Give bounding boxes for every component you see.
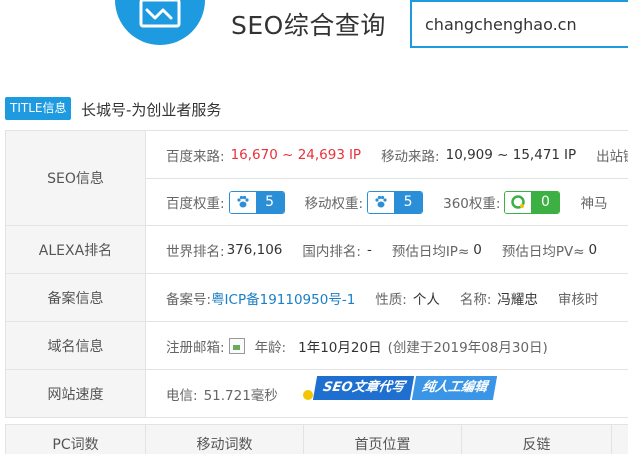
baidu-paw-icon — [229, 191, 256, 213]
baidu-weight-badge[interactable]: 5 — [228, 190, 285, 214]
so360-logo-icon — [505, 191, 532, 213]
title-info-badge: TITLE信息 — [5, 97, 72, 120]
col-mobile-words: 移动词数 — [146, 425, 304, 454]
mobile-weight: 移动权重: 5 — [305, 190, 424, 214]
app-title: SEO综合查询 — [231, 11, 386, 40]
seo-row: SEO信息 百度来路: 16,670 ~ 24,693 IP 移动来路: 10,… — [5, 131, 628, 226]
beian-nature: 性质: 个人 — [375, 291, 440, 308]
ad-text-primary: SEO文章代写 — [312, 376, 415, 400]
shenma-weight: 神马 — [580, 196, 608, 212]
mobile-weight-badge[interactable]: 5 — [367, 190, 424, 214]
site-title: 长城号-为创业者服务 — [81, 101, 222, 119]
col-pc-words: PC词数 — [6, 425, 146, 454]
beian-label: 备案信息 — [6, 274, 146, 321]
app-logo — [115, 0, 205, 45]
email-image-icon — [228, 337, 245, 354]
beian-number: 备案号: 粤ICP备19110950号-1 — [166, 288, 355, 308]
alexa-label: ALEXA排名 — [6, 226, 146, 273]
domain-search-input[interactable]: changchenghao.cn — [410, 0, 628, 48]
exit-links: 出站链 — [596, 148, 628, 165]
created-date: (创建于2019年08月30日) — [387, 339, 548, 356]
ad-dot-icon — [303, 390, 313, 400]
domestic-rank: 国内排名: - — [302, 241, 372, 260]
estimated-pv: 预估日均PV≈ 0 — [501, 241, 598, 260]
so360-weight-badge[interactable]: 0 — [504, 190, 561, 214]
baidu-source: 百度来路: 16,670 ~ 24,693 IP — [166, 146, 362, 165]
domain-label: 域名信息 — [6, 322, 146, 369]
alexa-row: ALEXA排名 世界排名: 376,106 国内排名: - 预估日均IP≈ 0 … — [5, 226, 628, 274]
world-rank: 世界排名: 376,106 — [166, 241, 283, 260]
speed-label: 网站速度 — [6, 370, 146, 417]
beian-audit-time: 审核时 — [557, 291, 599, 308]
beian-number-link[interactable]: 粤ICP备19110950号-1 — [211, 288, 355, 308]
domain-row: 域名信息 注册邮箱: 年龄: 1年10月20日 (创建于2019年08月30日) — [5, 322, 628, 370]
mobile-source-value: 10,909 ~ 15,471 — [445, 146, 560, 163]
col-homepage-position: 首页位置 — [304, 425, 462, 454]
baidu-weight: 百度权重: 5 — [166, 190, 285, 214]
ad-banner[interactable]: SEO文章代写 纯人工编辑 — [303, 375, 498, 401]
monitor-chart-icon — [139, 0, 181, 28]
col-backlinks: 反链 — [462, 425, 612, 454]
telecom-label: 电信: — [166, 387, 198, 404]
beian-row: 备案信息 备案号: 粤ICP备19110950号-1 性质: 个人 名称: 冯耀… — [5, 274, 628, 322]
keyword-table-header: PC词数 移动词数 首页位置 反链 — [5, 424, 628, 454]
seo-label: SEO信息 — [6, 131, 146, 225]
register-email-label: 注册邮箱: — [166, 339, 225, 356]
baidu-source-value[interactable]: 16,670 ~ 24,693 — [231, 147, 345, 163]
beian-name: 名称: 冯耀忠 — [459, 291, 538, 308]
ad-text-secondary: 纯人工编辑 — [412, 376, 498, 400]
mobile-source: 移动来路: 10,909 ~ 15,471 IP — [381, 146, 577, 165]
age-label: 年龄: — [254, 339, 287, 356]
baidu-paw-icon — [368, 191, 395, 213]
telecom-value: 51.721毫秒 — [203, 387, 278, 404]
age-value: 1年10月20日 — [298, 339, 382, 356]
estimated-ip: 预估日均IP≈ 0 — [391, 241, 482, 260]
so360-weight: 360权重: 0 — [443, 190, 561, 214]
